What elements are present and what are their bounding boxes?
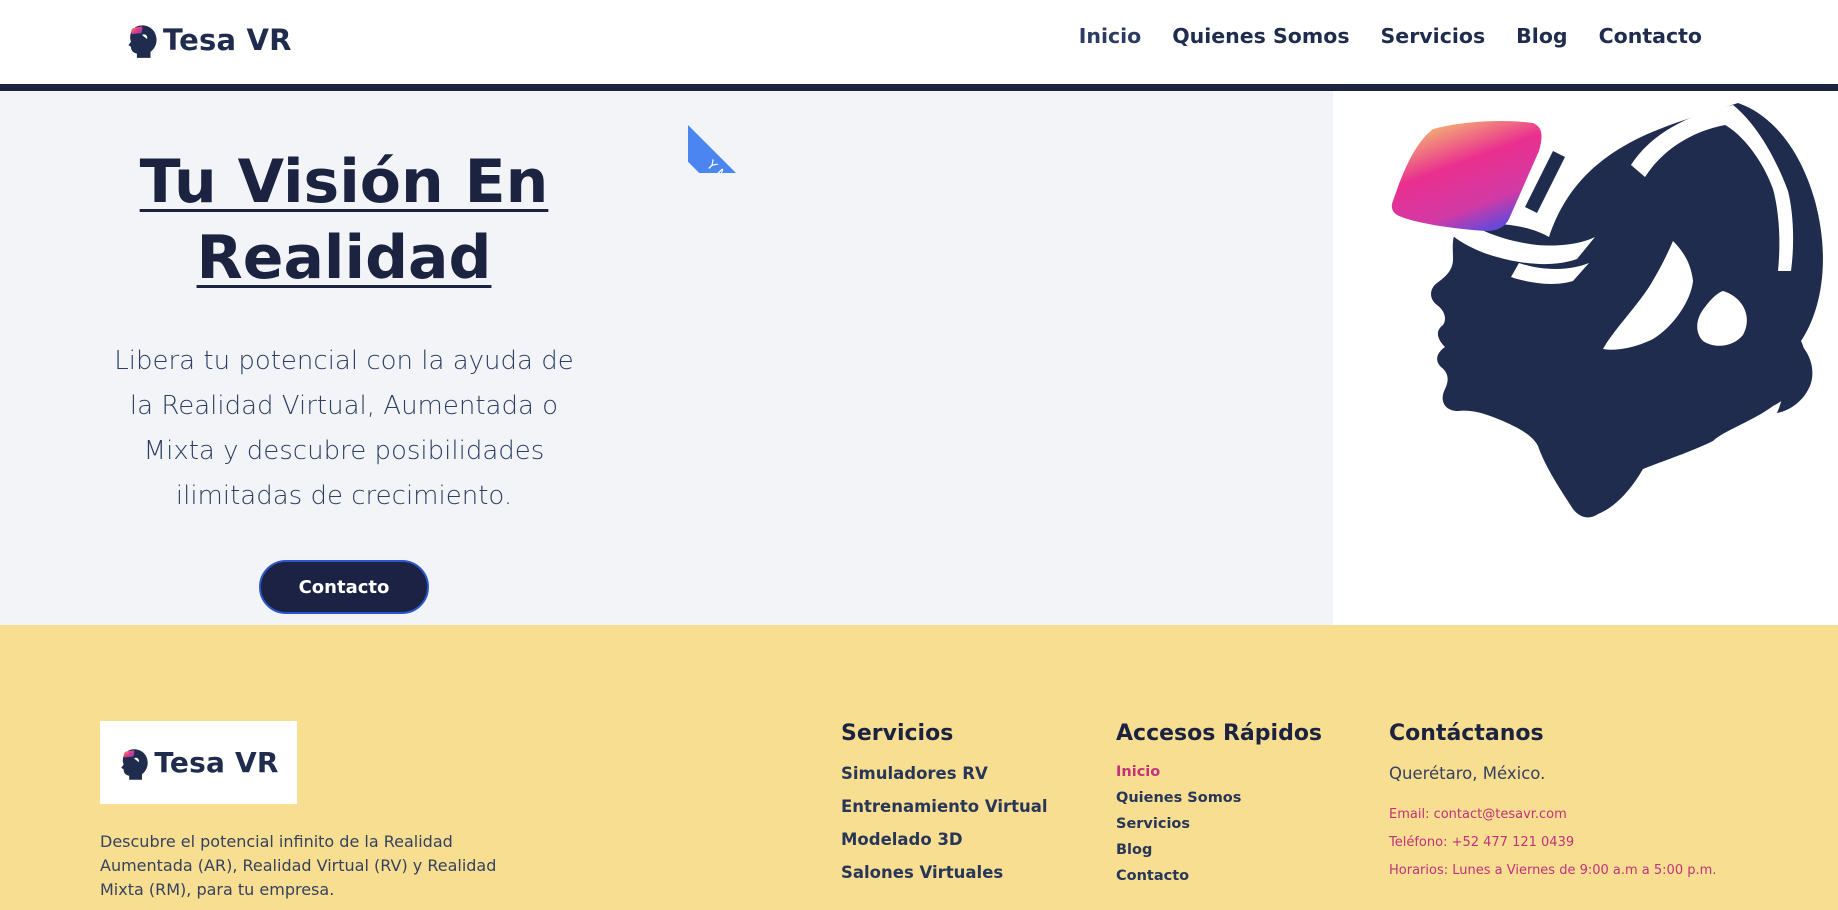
hero-contact-button[interactable]: Contacto — [259, 560, 429, 614]
footer-link-servicios[interactable]: Servicios — [1116, 816, 1322, 832]
header-logo[interactable]: Tesa VR — [125, 20, 292, 60]
site-header: Tesa VR Inicio Quienes Somos Servicios B… — [0, 0, 1838, 84]
footer-services: Servicios Simuladores RV Entrenamiento V… — [841, 721, 1048, 896]
main-nav: Inicio Quienes Somos Servicios Blog Cont… — [1079, 24, 1702, 48]
footer-service-modelado[interactable]: Modelado 3D — [841, 830, 1048, 849]
nav-quienes-somos[interactable]: Quienes Somos — [1172, 24, 1349, 48]
hero-title: Tu Visión En Realidad — [60, 144, 628, 296]
hero-title-line-1: Tu Visión En — [139, 147, 549, 217]
footer-phone[interactable]: Teléfono: +52 477 121 0439 — [1389, 835, 1716, 850]
corner-ribbon: Y MÁs — [688, 91, 770, 173]
footer-description: Descubre el potencial infinito de la Rea… — [100, 832, 497, 899]
vr-headset-head-illustration — [1333, 91, 1838, 625]
footer-address: Querétaro, México. — [1389, 764, 1546, 783]
footer-service-entrenamiento[interactable]: Entrenamiento Virtual — [841, 797, 1048, 816]
hero-title-line-2: Realidad — [196, 223, 492, 293]
footer-services-title: Servicios — [841, 721, 954, 746]
vr-head-illustration-svg — [1391, 103, 1823, 518]
footer-link-contacto[interactable]: Contacto — [1116, 868, 1322, 884]
footer-quick-links-title: Accesos Rápidos — [1116, 721, 1323, 746]
hero-subtitle: Libera tu potencial con la ayuda de la R… — [114, 346, 574, 511]
nav-blog[interactable]: Blog — [1516, 24, 1567, 48]
vr-headset-head-icon — [128, 25, 157, 58]
footer-hours: Horarios: Lunes a Viernes de 9:00 a.m a … — [1389, 863, 1717, 878]
brand-name: Tesa VR — [163, 23, 292, 57]
vr-headset-head-icon — [121, 748, 149, 780]
footer-link-inicio[interactable]: Inicio — [1116, 764, 1322, 780]
footer-service-salones[interactable]: Salones Virtuales — [841, 863, 1048, 882]
footer-brand-name: Tesa VR — [154, 746, 279, 779]
footer-logo[interactable]: Tesa VR — [100, 721, 297, 804]
footer-contact: Contáctanos Querétaro, México. Email: co… — [1389, 721, 1716, 891]
footer-link-quienes-somos[interactable]: Quienes Somos — [1116, 790, 1322, 806]
footer-service-simuladores[interactable]: Simuladores RV — [841, 764, 1048, 783]
nav-contacto[interactable]: Contacto — [1599, 24, 1702, 48]
hero-section: Tu Visión En Realidad Y MÁs Libera tu po… — [0, 91, 1333, 625]
site-footer: Tesa VR Descubre el potencial infinito d… — [0, 625, 1838, 910]
ribbon-label: Y MÁs — [688, 115, 770, 173]
nav-servicios[interactable]: Servicios — [1381, 24, 1486, 48]
footer-quick-links: Accesos Rápidos Inicio Quienes Somos Ser… — [1116, 721, 1322, 894]
nav-inicio[interactable]: Inicio — [1079, 24, 1142, 48]
header-divider — [0, 84, 1838, 91]
footer-contact-title: Contáctanos — [1389, 721, 1544, 746]
footer-link-blog[interactable]: Blog — [1116, 842, 1322, 858]
footer-email[interactable]: Email: contact@tesavr.com — [1389, 807, 1716, 822]
